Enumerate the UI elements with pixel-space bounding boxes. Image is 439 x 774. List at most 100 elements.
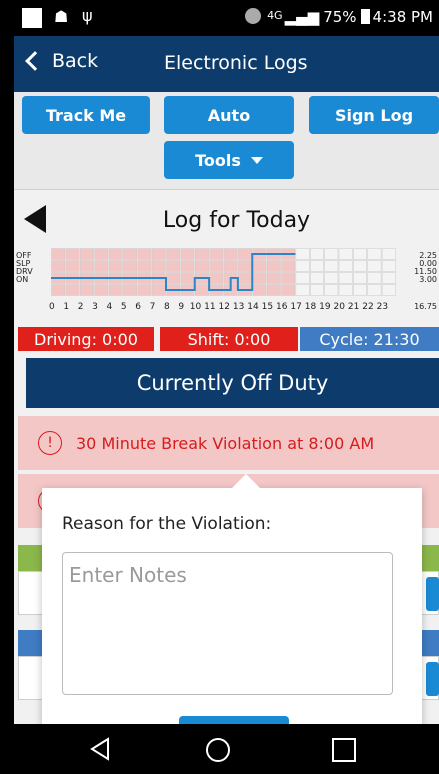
grid-cell	[166, 260, 181, 272]
grid-cell	[223, 248, 238, 260]
network-type: 4G	[267, 9, 283, 22]
system-status-bar: ☗ ψ 4G ▂▄▆ 75% 4:38 PM	[14, 0, 439, 36]
grid-cell	[266, 272, 281, 284]
hour-label: 12	[218, 302, 230, 312]
hour-label: 11	[204, 302, 216, 312]
grid-cell	[295, 284, 310, 296]
status-right: 4G ▂▄▆ 75% 4:38 PM	[245, 8, 433, 26]
row-label-on: ON	[16, 275, 29, 284]
hour-label: 16	[276, 302, 288, 312]
grid-cell	[238, 272, 252, 284]
grid-cell	[223, 260, 238, 272]
hour-axis: 16.75 0 1 2 3 4 5 6 7 8 9 10 11 12 13 14 15 16 17 18 19 20 21…	[14, 302, 439, 314]
back-button[interactable]: Back	[22, 50, 98, 72]
grid-cell	[310, 272, 324, 284]
grid-cell	[80, 284, 94, 296]
grid-cell	[367, 284, 382, 296]
grid-cell	[123, 260, 137, 272]
grid-cell	[367, 272, 382, 284]
grid-cell	[252, 272, 267, 284]
grid-cell	[353, 248, 367, 260]
hour-label: 15	[261, 302, 274, 312]
auto-button[interactable]: Auto	[164, 96, 294, 134]
grid-cell	[338, 272, 353, 284]
grand-total: 16.75	[414, 302, 437, 311]
hour-label: 19	[319, 302, 331, 312]
grid-cell	[324, 272, 339, 284]
grid-cell	[367, 248, 382, 260]
duty-status-graph	[51, 248, 396, 296]
grid-cell	[137, 284, 152, 296]
warning-icon: !	[38, 431, 62, 455]
grid-cell	[310, 248, 324, 260]
hour-label: 21	[347, 302, 360, 312]
nav-recent-icon[interactable]	[332, 738, 356, 762]
grid-cell	[324, 260, 339, 272]
grid-cell	[51, 248, 66, 260]
hour-label: 6	[135, 302, 141, 312]
grid-cell	[65, 248, 80, 260]
hour-label: 8	[164, 302, 170, 312]
nav-back-icon[interactable]	[90, 737, 110, 761]
hour-label: 18	[304, 302, 317, 312]
nav-home-icon[interactable]	[206, 738, 230, 762]
grid-cell	[123, 284, 137, 296]
grid-cell	[381, 272, 396, 284]
grid-cell	[80, 260, 94, 272]
page-title: Electronic Logs	[164, 52, 308, 74]
notes-input[interactable]	[62, 552, 393, 695]
grid-cell	[180, 260, 195, 272]
hour-label: 4	[106, 302, 113, 312]
grid-cell	[353, 272, 367, 284]
grid-cell	[151, 260, 166, 272]
card-action-button[interactable]	[426, 662, 439, 696]
grid-cell	[353, 260, 367, 272]
violation-item[interactable]: ! 30 Minute Break Violation at 8:00 AM	[18, 416, 439, 470]
track-me-button[interactable]: Track Me	[22, 96, 150, 134]
grid-cell	[266, 284, 281, 296]
card-action-button[interactable]	[426, 577, 439, 611]
hour-label: 14	[247, 302, 259, 312]
grid-cell	[166, 248, 181, 260]
chevron-left-icon	[25, 51, 45, 71]
grid-cell	[338, 260, 353, 272]
grid-cell	[252, 260, 267, 272]
previous-day-button[interactable]	[24, 205, 46, 233]
back-label: Back	[52, 50, 99, 72]
save-button[interactable]	[179, 716, 289, 724]
android-icon: ☗	[54, 7, 69, 26]
grid-cell	[80, 248, 94, 260]
violation-reason-popover: Reason for the Violation:	[42, 474, 422, 724]
notification-icon	[22, 8, 42, 28]
grid-cell	[310, 260, 324, 272]
grid-cell	[353, 284, 367, 296]
sign-log-button[interactable]: Sign Log	[309, 96, 439, 134]
grid-cell	[108, 260, 123, 272]
grid-cell	[367, 260, 382, 272]
violation-text: 30 Minute Break Violation at 8:00 AM	[76, 433, 375, 453]
cycle-clock: Cycle: 21:30	[300, 327, 439, 351]
clock-time: 4:38 PM	[372, 8, 433, 26]
duty-status-button[interactable]: Currently Off Duty	[26, 358, 439, 408]
grid-cell	[195, 248, 209, 260]
grid-cell	[108, 248, 123, 260]
grid-cell	[209, 272, 224, 284]
grid-cell	[324, 248, 339, 260]
popover-arrow	[232, 474, 260, 488]
grid-row-labels: OFF SLP DRV ON	[16, 252, 33, 284]
usb-icon: ψ	[82, 6, 93, 25]
grid-cell	[238, 260, 252, 272]
caret-down-icon	[250, 156, 263, 164]
grid-cell	[151, 248, 166, 260]
hour-label: 3	[92, 302, 98, 312]
shift-clock: Shift: 0:00	[160, 327, 298, 351]
grid-cell	[209, 248, 224, 260]
hour-label: 22	[362, 302, 374, 312]
hour-label: 10	[189, 302, 202, 312]
device-frame: ☗ ψ 4G ▂▄▆ 75% 4:38 PM Back Electronic Logs…	[0, 0, 439, 774]
grid-cell	[281, 284, 296, 296]
tools-dropdown-button[interactable]: Tools	[164, 141, 294, 179]
grid-cell	[51, 260, 66, 272]
grid-cell	[338, 248, 353, 260]
hour-label: 20	[333, 302, 345, 312]
